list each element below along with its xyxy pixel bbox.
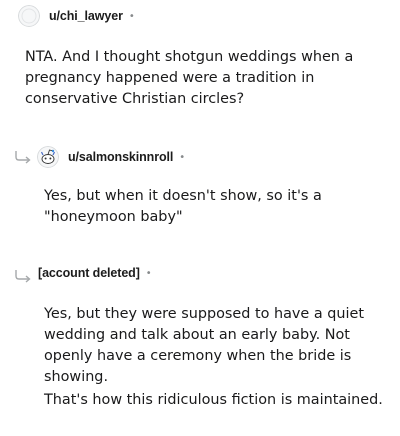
comment-3-text: Yes, but they were supposed to have a qu… — [44, 306, 365, 385]
separator-dot: • — [179, 151, 186, 163]
reply-arrow-icon — [14, 149, 32, 168]
separator-dot: • — [128, 10, 135, 22]
comment-3-header: [account deleted] • — [38, 266, 152, 280]
default-avatar-icon[interactable] — [18, 5, 40, 27]
comment-1-username[interactable]: u/chi_lawyer — [49, 9, 123, 23]
separator-dot: • — [145, 267, 152, 279]
comment-1-text: NTA. And I thought shotgun weddings when… — [25, 49, 354, 107]
comment-3-username[interactable]: [account deleted] — [38, 266, 140, 280]
comment-2-username[interactable]: u/salmonskinnroll — [68, 150, 173, 164]
comment-2-text: Yes, but when it doesn't show, so it's a… — [44, 188, 322, 225]
comment-1-header: u/chi_lawyer • — [18, 5, 135, 27]
comment-2-header: u/salmonskinnroll • — [37, 146, 185, 168]
reply-arrow-icon — [14, 268, 32, 287]
snoo-avatar-icon[interactable] — [37, 146, 59, 168]
comment-3-text-2: That's how this ridiculous fiction is ma… — [44, 392, 383, 408]
